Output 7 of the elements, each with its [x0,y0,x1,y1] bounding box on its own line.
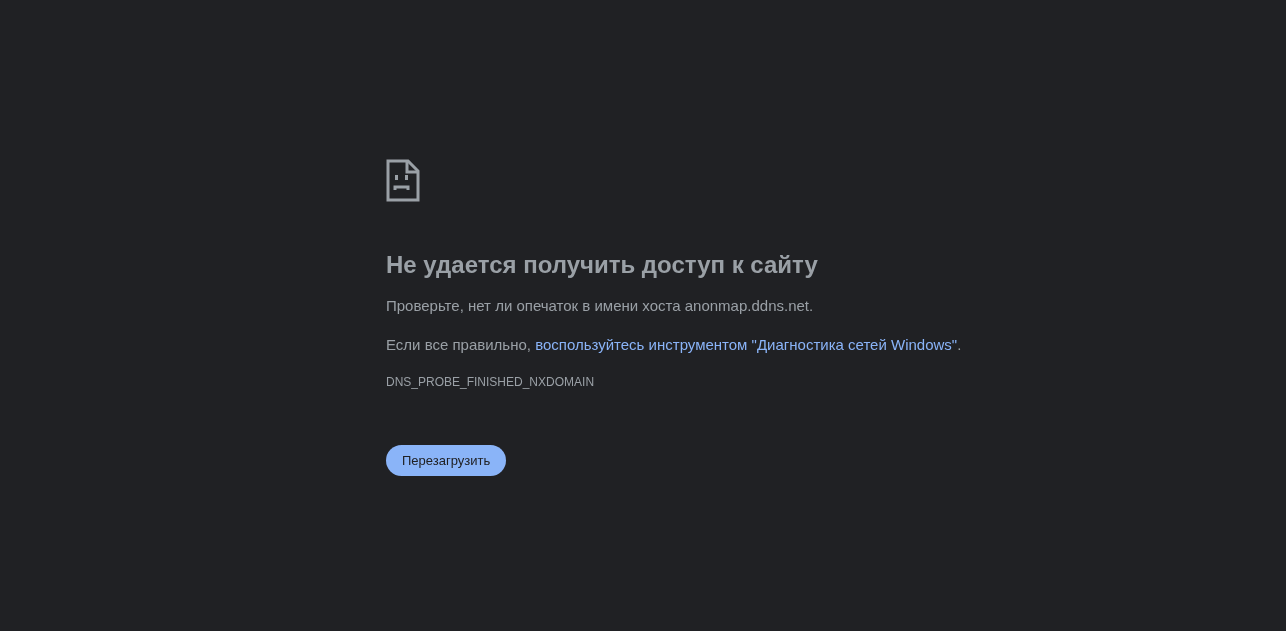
error-code: DNS_PROBE_FINISHED_NXDOMAIN [386,374,595,390]
diagnostics-link[interactable]: воспользуйтесь инструментом "Диагностика сетей Windows" [535,336,958,353]
error-heading: Не удается получить доступ к сайту [386,250,818,280]
suggestion-text: Если все правильно, воспользуйтесь инструментом "Диагностика сетей Windows". [386,335,962,355]
hint-text: Проверьте, нет ли опечаток в имени хоста anonmap.ddns.net. [386,296,814,316]
sad-page-icon [386,159,420,202]
reload-button[interactable]: Перезагрузить [386,445,507,476]
